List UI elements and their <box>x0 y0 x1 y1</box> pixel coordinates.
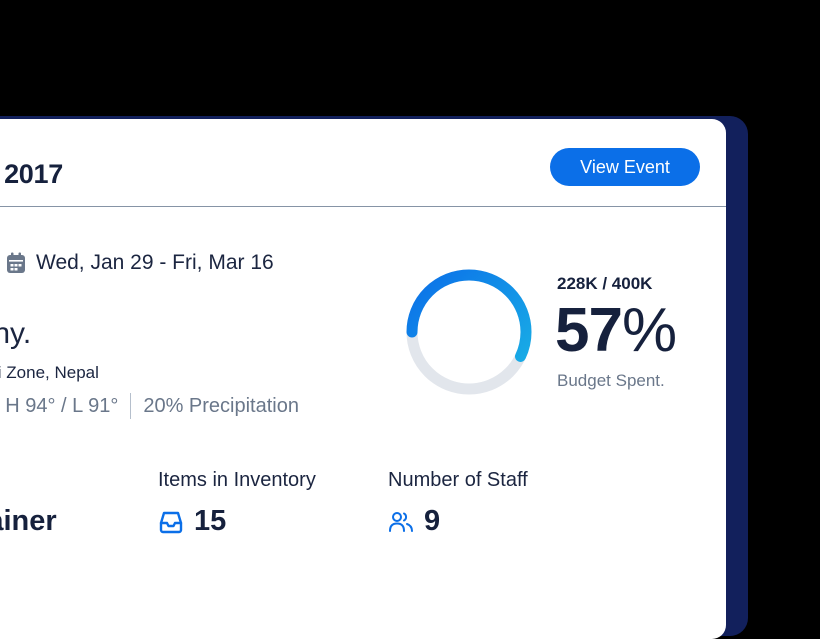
event-date: Wed, Jan 29 - Fri, Mar 16 <box>6 251 274 275</box>
weather-description: unny. <box>0 317 32 350</box>
calendar-icon <box>7 252 25 273</box>
view-event-button[interactable]: View Event <box>550 148 700 186</box>
budget-amount: 228K / 400K <box>557 274 653 293</box>
staff-value: 9 <box>388 505 440 538</box>
date-range: Wed, Jan 29 - Fri, Mar 16 <box>36 251 274 274</box>
budget-percent: 57% <box>555 296 677 365</box>
inventory-value: 15 <box>158 505 226 538</box>
event-title: ow 2017 <box>0 159 63 189</box>
budget-progress-ring <box>406 269 532 395</box>
precipitation: 20% Precipitation <box>143 394 299 417</box>
inbox-icon <box>159 511 183 533</box>
budget-label: Budget Spent. <box>557 371 665 390</box>
weather-stats: °F H 94° / L 91° 20% Precipitation <box>0 393 299 419</box>
weather-location: gmati Zone, Nepal <box>0 363 99 382</box>
header-divider <box>0 206 726 207</box>
event-card: ow 2017 View Event Wed, Jan 29 - Fri, Ma… <box>0 119 726 639</box>
staff-label: Number of Staff <box>388 469 528 491</box>
stat-divider <box>130 393 132 419</box>
high-low-temperature: H 94° / L 91° <box>5 394 119 417</box>
inventory-label: Items in Inventory <box>158 469 316 491</box>
container-value: ntainer <box>0 505 57 537</box>
users-icon <box>389 511 413 532</box>
